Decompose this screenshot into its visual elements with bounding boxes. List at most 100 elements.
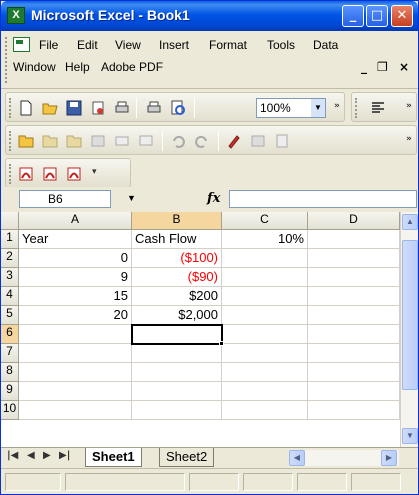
toolbar-grip[interactable]: [355, 98, 358, 118]
cell-C5[interactable]: [222, 306, 308, 325]
cell-C7[interactable]: [222, 344, 308, 363]
undo-icon[interactable]: [170, 133, 186, 149]
cell-D2[interactable]: [308, 249, 400, 268]
menu-edit[interactable]: Edit: [75, 36, 100, 54]
name-box[interactable]: B6: [19, 190, 111, 208]
column-header[interactable]: C: [222, 212, 308, 230]
toolbar-grip[interactable]: [9, 131, 12, 151]
row-header[interactable]: 8: [1, 363, 19, 382]
permission-icon[interactable]: [90, 100, 106, 116]
row-header[interactable]: 7: [1, 344, 19, 363]
cell-D5[interactable]: [308, 306, 400, 325]
tab-sheet2[interactable]: Sheet2: [159, 448, 215, 467]
row-header[interactable]: 1: [1, 230, 19, 249]
cell-B5[interactable]: $2,000: [132, 306, 222, 325]
comment-icon[interactable]: [138, 133, 154, 149]
cell-A9[interactable]: [19, 382, 132, 401]
scroll-thumb[interactable]: [402, 240, 418, 390]
cell-B8[interactable]: [132, 363, 222, 382]
formula-input[interactable]: [229, 190, 417, 208]
cell-C2[interactable]: [222, 249, 308, 268]
print-preview-icon[interactable]: [146, 100, 162, 116]
menu-help[interactable]: Help: [63, 58, 92, 76]
row-header[interactable]: 3: [1, 268, 19, 287]
cell-B1[interactable]: Cash Flow: [132, 230, 222, 249]
row-header[interactable]: 4: [1, 287, 19, 306]
cell-A1[interactable]: Year: [19, 230, 132, 249]
mdi-restore-button[interactable]: ❐: [377, 60, 388, 74]
menu-format[interactable]: Format: [207, 36, 249, 54]
last-sheet-icon[interactable]: ▶|: [59, 450, 70, 461]
title-bar[interactable]: X Microsoft Excel - Book1 _ □ ✕: [1, 1, 418, 31]
cell-D8[interactable]: [308, 363, 400, 382]
preview-icon[interactable]: [170, 100, 186, 116]
cell-B6[interactable]: [132, 325, 222, 344]
mdi-close-button[interactable]: ×: [399, 60, 409, 74]
cell-D4[interactable]: [308, 287, 400, 306]
maximize-button[interactable]: □: [366, 5, 388, 27]
scroll-up-icon[interactable]: ▲: [402, 214, 418, 230]
cell-C9[interactable]: [222, 382, 308, 401]
excel-icon[interactable]: X: [7, 7, 25, 24]
send-icon[interactable]: [66, 133, 82, 149]
cell-C6[interactable]: [222, 325, 308, 344]
row-header[interactable]: 10: [1, 401, 19, 420]
column-header[interactable]: A: [19, 212, 132, 230]
minimize-button[interactable]: _: [342, 5, 364, 27]
row-header[interactable]: 9: [1, 382, 19, 401]
cell-C8[interactable]: [222, 363, 308, 382]
print-icon[interactable]: [114, 100, 130, 116]
attach-icon[interactable]: [274, 133, 290, 149]
redo-icon[interactable]: [194, 133, 210, 149]
cell-A10[interactable]: [19, 401, 132, 420]
cell-A5[interactable]: 20: [19, 306, 132, 325]
cell-D10[interactable]: [308, 401, 400, 420]
scroll-right-icon[interactable]: ▶: [381, 450, 397, 466]
row-header[interactable]: 5: [1, 306, 19, 325]
cell-A7[interactable]: [19, 344, 132, 363]
toolbar-options-icon[interactable]: ▾: [92, 167, 97, 177]
toolbar-grip[interactable]: [9, 98, 12, 118]
vertical-scrollbar[interactable]: ▲ ▼: [400, 212, 418, 447]
fill-handle[interactable]: [219, 341, 224, 346]
cell-D7[interactable]: [308, 344, 400, 363]
cell-A8[interactable]: [19, 363, 132, 382]
scroll-left-icon[interactable]: ◀: [289, 450, 305, 466]
toolbar-options-icon[interactable]: »: [406, 101, 412, 111]
close-button[interactable]: ✕: [391, 5, 413, 27]
zoom-select[interactable]: 100% ▼: [256, 98, 326, 118]
cell-B10[interactable]: [132, 401, 222, 420]
cell-B4[interactable]: $200: [132, 287, 222, 306]
cell-A6[interactable]: [19, 325, 132, 344]
track-icon[interactable]: [90, 133, 106, 149]
pdf-convert-icon[interactable]: [18, 166, 34, 182]
cell-C4[interactable]: [222, 287, 308, 306]
cell-D6[interactable]: [308, 325, 400, 344]
pdf-email-icon[interactable]: [42, 166, 58, 182]
first-sheet-icon[interactable]: |◀: [7, 450, 18, 461]
toolbar-options-icon[interactable]: »: [406, 134, 412, 144]
horizontal-scrollbar[interactable]: ◀ ▶: [289, 450, 399, 466]
save-icon[interactable]: [66, 100, 82, 116]
toolbar-options-icon[interactable]: »: [334, 101, 340, 111]
column-header[interactable]: D: [308, 212, 400, 230]
chevron-down-icon[interactable]: ▼: [311, 99, 325, 117]
menu-grip[interactable]: [5, 37, 8, 83]
menu-file[interactable]: File: [37, 36, 60, 54]
review-icon[interactable]: [18, 133, 34, 149]
column-header[interactable]: B: [132, 212, 222, 230]
ink-icon[interactable]: [226, 133, 242, 149]
insert-function-icon[interactable]: fx: [207, 191, 220, 206]
mail-icon[interactable]: [114, 133, 130, 149]
cell-B2[interactable]: ($100): [132, 249, 222, 268]
mdi-minimize-button[interactable]: _: [361, 60, 367, 74]
cell-B3[interactable]: ($90): [132, 268, 222, 287]
cell-D1[interactable]: [308, 230, 400, 249]
toolbar-grip[interactable]: [9, 164, 12, 184]
row-header[interactable]: 2: [1, 249, 19, 268]
menu-insert[interactable]: Insert: [157, 36, 191, 54]
tab-sheet1[interactable]: Sheet1: [85, 448, 142, 467]
cell-C3[interactable]: [222, 268, 308, 287]
reply-icon[interactable]: [42, 133, 58, 149]
cell-A3[interactable]: 9: [19, 268, 132, 287]
